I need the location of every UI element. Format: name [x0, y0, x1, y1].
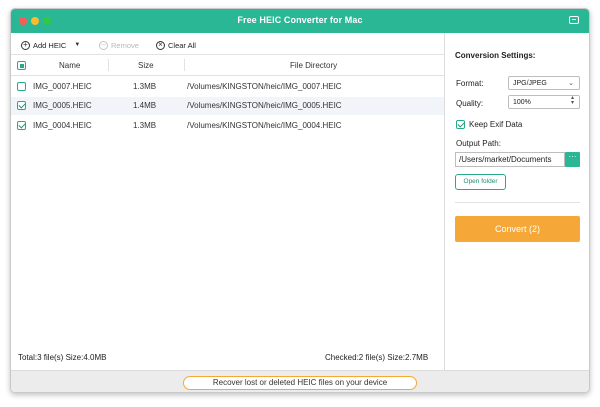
format-select[interactable]: JPG/JPEG ⌄: [508, 76, 580, 90]
file-name: IMG_0005.HEIC: [33, 101, 92, 110]
size-column-header[interactable]: Size: [138, 61, 154, 70]
message-icon[interactable]: [569, 16, 579, 24]
output-path-label: Output Path:: [456, 139, 501, 148]
window-title: Free HEIC Converter for Mac: [237, 15, 363, 25]
row-checkbox[interactable]: [17, 121, 26, 130]
table-row[interactable]: IMG_0007.HEIC 1.3MB /Volumes/KINGSTON/he…: [11, 78, 444, 96]
browse-path-button[interactable]: ···: [565, 152, 580, 167]
convert-button[interactable]: Convert (2): [455, 216, 580, 242]
row-checkbox[interactable]: [17, 82, 26, 91]
quality-stepper[interactable]: 100% ▴ ▾: [508, 95, 580, 109]
x-circle-icon: ×: [156, 40, 165, 50]
add-heic-button[interactable]: + Add HEIC ▼: [21, 40, 80, 50]
toolbar: + Add HEIC ▼ – Remove × Clear All: [11, 33, 444, 55]
divider: [455, 202, 580, 203]
row-checkbox[interactable]: [17, 101, 26, 110]
column-divider: [184, 59, 185, 71]
quality-value: 100%: [513, 99, 531, 106]
keep-exif-checkbox[interactable]: [456, 120, 465, 129]
recover-files-button[interactable]: Recover lost or deleted HEIC files on yo…: [183, 376, 417, 390]
dropdown-caret-icon[interactable]: ▼: [74, 42, 80, 48]
file-size: 1.3MB: [133, 82, 157, 91]
format-label: Format:: [456, 79, 484, 88]
add-heic-label: Add HEIC: [33, 40, 67, 50]
table-row[interactable]: IMG_0004.HEIC 1.3MB /Volumes/KINGSTON/he…: [11, 117, 444, 135]
clear-all-label: Clear All: [168, 40, 196, 50]
open-folder-button[interactable]: Open folder: [455, 174, 506, 190]
output-path-field[interactable]: /Users/market/Documents: [455, 152, 565, 167]
remove-label: Remove: [111, 40, 139, 50]
stepper-arrows-icon[interactable]: ▴ ▾: [571, 95, 574, 106]
quality-label: Quality:: [456, 99, 484, 108]
chevron-down-icon: ⌄: [568, 80, 574, 87]
directory-column-header[interactable]: File Directory: [290, 61, 337, 70]
plus-circle-icon: +: [21, 40, 30, 50]
file-size: 1.4MB: [133, 101, 157, 110]
minus-circle-icon: –: [99, 40, 108, 50]
total-status: Total:3 file(s) Size:4.0MB: [18, 353, 107, 362]
file-directory: /Volumes/KINGSTON/heic/IMG_0004.HEIC: [187, 121, 342, 130]
app-window: Free HEIC Converter for Mac + Add HEIC ▼…: [10, 8, 590, 393]
keep-exif-label: Keep Exif Data: [469, 120, 523, 129]
title-bar: Free HEIC Converter for Mac: [11, 9, 589, 33]
file-list-pane: + Add HEIC ▼ – Remove × Clear All Name S…: [11, 33, 445, 370]
clear-all-button[interactable]: × Clear All: [156, 40, 196, 50]
format-value: JPG/JPEG: [513, 80, 547, 87]
table-header: Name Size File Directory: [11, 55, 444, 76]
file-directory: /Volumes/KINGSTON/heic/IMG_0007.HEIC: [187, 82, 342, 91]
column-divider: [108, 59, 109, 71]
name-column-header[interactable]: Name: [59, 61, 80, 70]
table-row[interactable]: IMG_0005.HEIC 1.4MB /Volumes/KINGSTON/he…: [11, 97, 444, 115]
remove-button[interactable]: – Remove: [99, 40, 139, 50]
bottom-bar: Recover lost or deleted HEIC files on yo…: [11, 370, 589, 392]
file-directory: /Volumes/KINGSTON/heic/IMG_0005.HEIC: [187, 101, 342, 110]
file-name: IMG_0004.HEIC: [33, 121, 92, 130]
file-name: IMG_0007.HEIC: [33, 82, 92, 91]
settings-pane: Conversion Settings: Format: JPG/JPEG ⌄ …: [445, 33, 589, 370]
settings-title: Conversion Settings:: [455, 51, 536, 60]
status-bar: Total:3 file(s) Size:4.0MB Checked:2 fil…: [11, 346, 445, 368]
select-all-checkbox[interactable]: [17, 61, 26, 70]
file-size: 1.3MB: [133, 121, 157, 130]
checked-status: Checked:2 file(s) Size:2.7MB: [325, 353, 429, 362]
